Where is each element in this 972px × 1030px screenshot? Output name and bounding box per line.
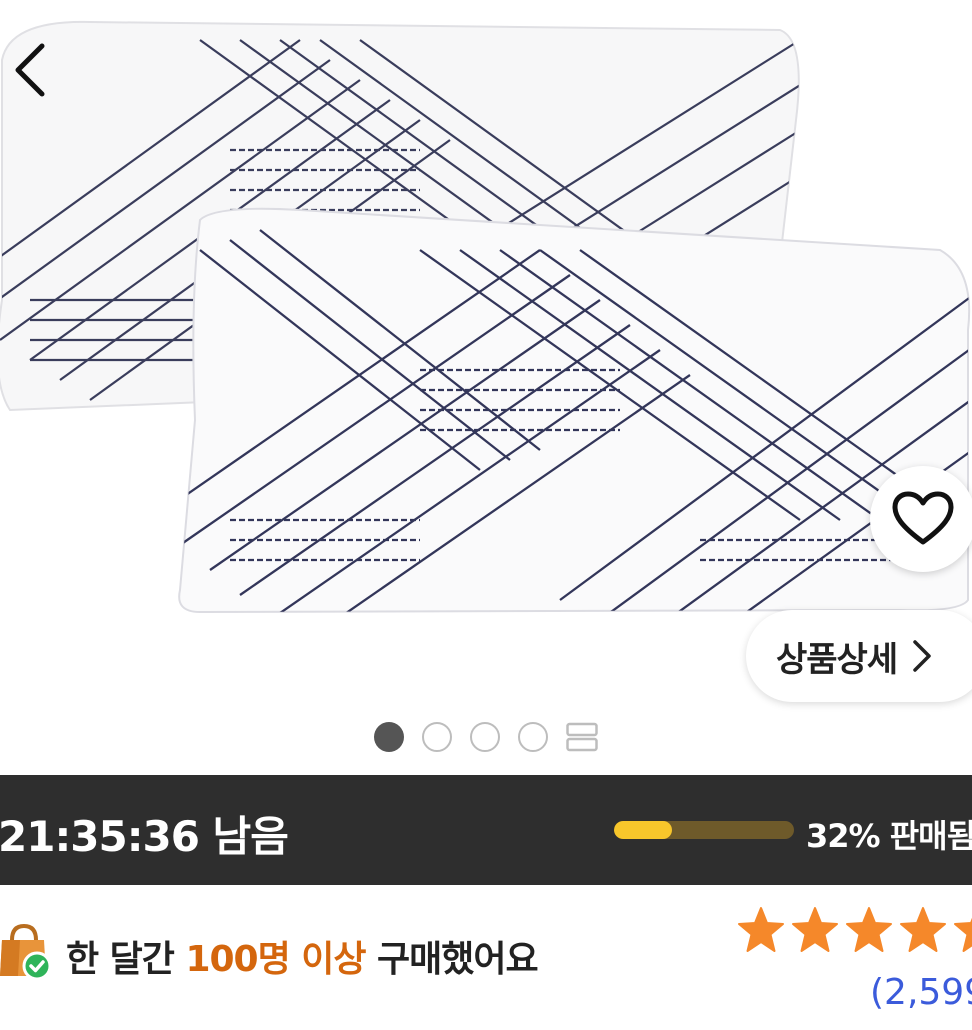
rating-stars[interactable]	[736, 906, 972, 954]
carousel-dot[interactable]	[422, 722, 452, 752]
product-detail-button[interactable]: 상품상세	[746, 610, 972, 702]
chevron-left-icon	[15, 43, 45, 97]
purchase-prefix: 한 달간	[66, 939, 175, 980]
back-button[interactable]	[6, 36, 66, 106]
sold-percentage: 32% 판매됨	[806, 817, 972, 855]
review-count-link[interactable]: (2,599	[870, 972, 972, 1013]
sold-progress-fill	[614, 821, 672, 839]
grid-icon[interactable]	[566, 722, 598, 752]
sale-timer-bar: 21:35:36 남음 32% 판매됨	[0, 775, 972, 885]
carousel-indicators	[374, 720, 598, 754]
carousel-dot[interactable]	[470, 722, 500, 752]
star-icon	[792, 907, 838, 952]
star-icon	[900, 907, 946, 952]
star-icon	[954, 917, 972, 952]
carousel-dot[interactable]	[374, 722, 404, 752]
purchase-suffix: 구매했어요	[377, 939, 539, 980]
star-icon	[846, 907, 892, 952]
star-icon	[738, 907, 784, 952]
purchase-highlight: 100명 이상	[185, 939, 366, 980]
social-proof-row: 한 달간 100명 이상 구매했어요 (2,599	[0, 886, 972, 1030]
product-image-carousel[interactable]: 상품상세	[0, 0, 972, 775]
sold-progress-bar	[614, 821, 794, 839]
carousel-dot[interactable]	[518, 722, 548, 752]
purchase-count-text: 한 달간 100명 이상 구매했어요	[66, 930, 539, 982]
time-remaining: 21:35:36 남음	[0, 812, 289, 861]
product-detail-label: 상품상세	[776, 639, 898, 680]
favorite-button[interactable]	[870, 466, 972, 572]
heart-icon	[892, 491, 954, 545]
chevron-right-icon	[913, 640, 931, 672]
shopping-bag-icon	[0, 923, 52, 981]
